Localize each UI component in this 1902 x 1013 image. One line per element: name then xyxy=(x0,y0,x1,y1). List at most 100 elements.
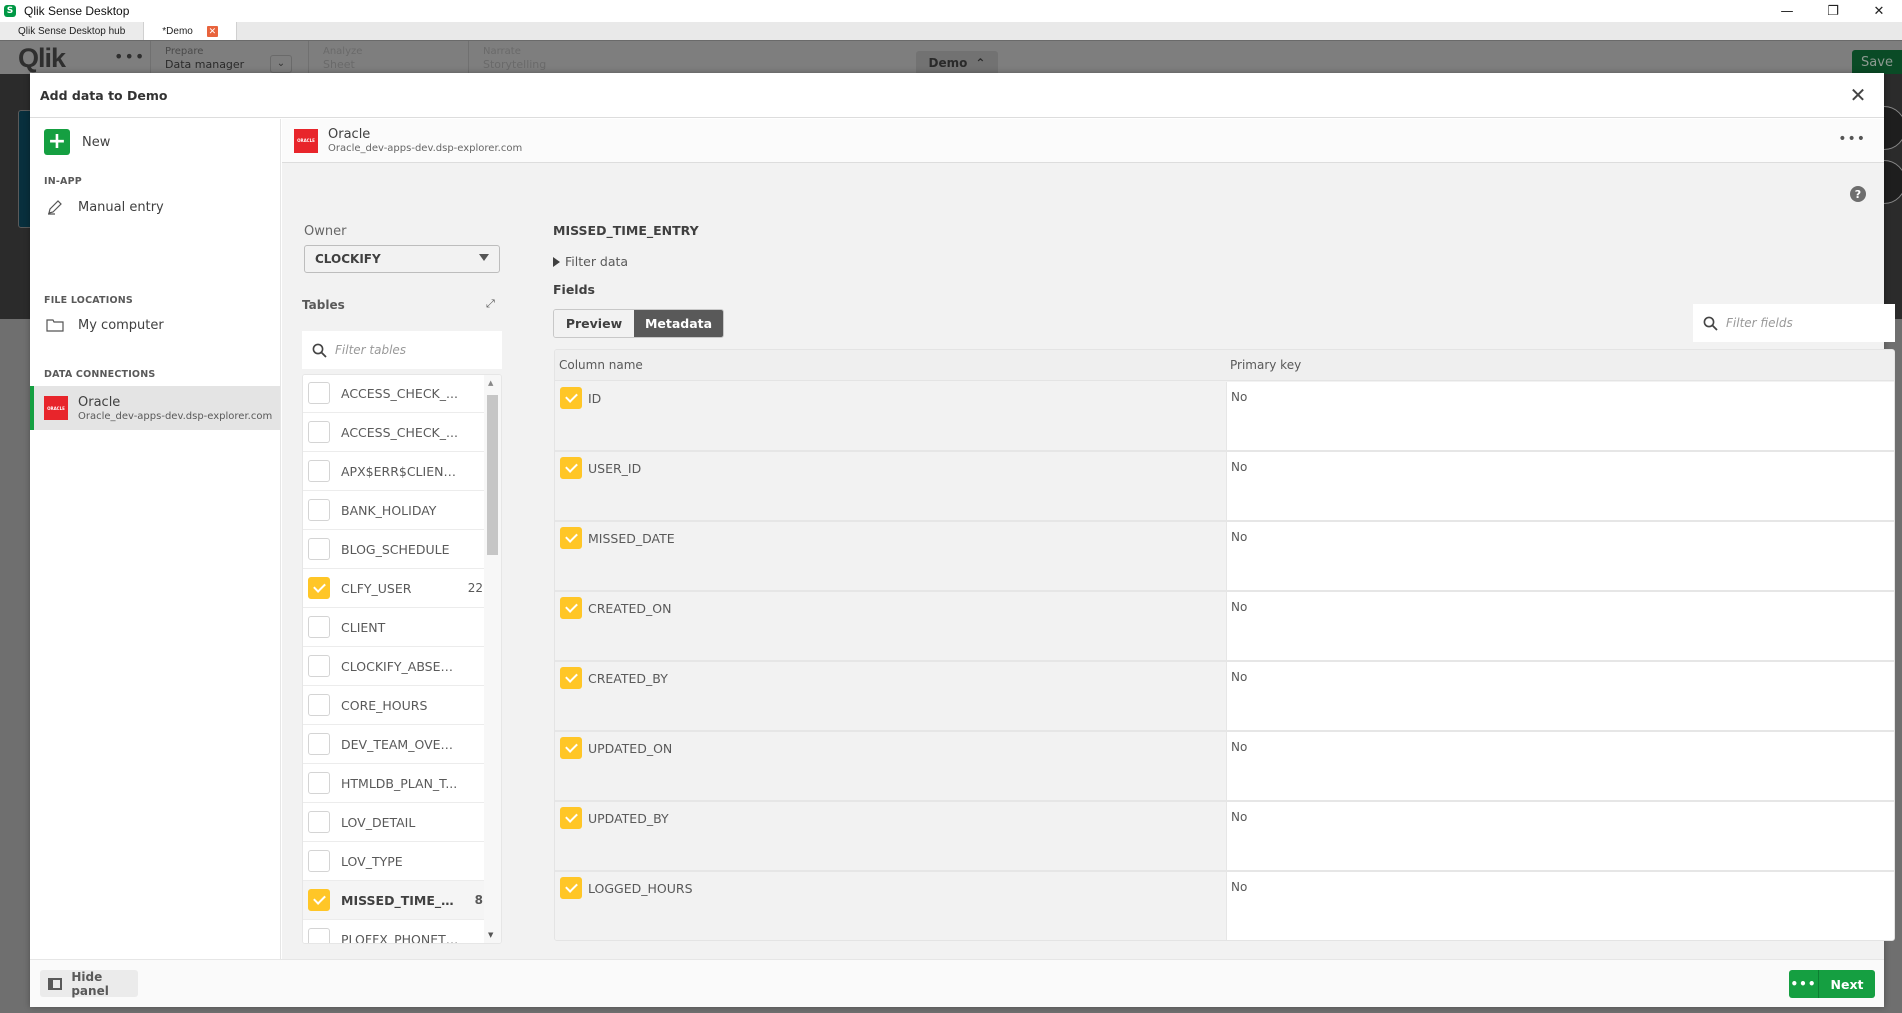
table-list-item[interactable]: LOV_TYPE xyxy=(303,842,485,881)
field-checkbox[interactable] xyxy=(560,877,582,899)
new-label: New xyxy=(82,134,111,150)
scroll-up-icon[interactable]: ▲ xyxy=(488,379,493,387)
close-icon[interactable]: ✕ xyxy=(1846,83,1870,107)
tables-label: Tables xyxy=(302,298,345,312)
table-list-item[interactable]: HTMLDB_PLAN_T... xyxy=(303,764,485,803)
owner-value: CLOCKIFY xyxy=(315,252,381,266)
table-list-item[interactable]: CLFY_USER 22 xyxy=(303,569,485,608)
app-more-icon[interactable]: ••• xyxy=(114,47,145,66)
table-checkbox[interactable] xyxy=(308,460,330,482)
scroll-down-icon[interactable]: ▼ xyxy=(488,931,493,939)
table-checkbox[interactable] xyxy=(308,928,330,943)
field-name: ID xyxy=(588,391,602,406)
tab-preview[interactable]: Preview xyxy=(554,310,634,337)
table-list-item[interactable]: CLOCKIFY_ABSEN... xyxy=(303,647,485,686)
table-list-item[interactable]: BANK_HOLIDAY xyxy=(303,491,485,530)
fields-label: Fields xyxy=(553,282,595,297)
hide-panel-button[interactable]: Hide panel xyxy=(40,970,138,998)
table-checkbox[interactable] xyxy=(308,421,330,443)
tab-close-icon[interactable]: ✕ xyxy=(206,25,218,37)
app-name-menu[interactable]: Demo ⌃ xyxy=(916,51,998,75)
primary-key-cell: No xyxy=(1226,872,1894,940)
qlik-logo: Qlik xyxy=(18,43,66,73)
field-checkbox[interactable] xyxy=(560,457,582,479)
connection-header-host: Oracle_dev-apps-dev.dsp-explorer.com xyxy=(328,143,523,154)
scrollbar-thumb[interactable] xyxy=(487,395,498,555)
table-name: CORE_HOURS xyxy=(341,697,428,713)
chevron-up-icon: ⌃ xyxy=(975,56,986,70)
table-list-item[interactable]: LOV_DETAIL xyxy=(303,803,485,842)
nav-analyze[interactable]: Analyze Sheet xyxy=(308,41,468,75)
tab-hub[interactable]: Qlik Sense Desktop hub xyxy=(0,22,145,40)
chevron-down-icon[interactable]: ⌄ xyxy=(270,55,292,73)
table-checkbox[interactable] xyxy=(308,538,330,560)
expand-icon[interactable]: ⤢ xyxy=(486,297,495,311)
field-checkbox[interactable] xyxy=(560,387,582,409)
table-list-item[interactable]: CORE_HOURS xyxy=(303,686,485,725)
sidebar-item-oracle-connection[interactable]: ORACLE Oracle Oracle_dev-apps-dev.dsp-ex… xyxy=(30,386,280,430)
table-checkbox[interactable] xyxy=(308,382,330,404)
field-checkbox[interactable] xyxy=(560,737,582,759)
table-list-item[interactable]: PLOFFX_PHONETI... xyxy=(303,920,485,943)
tables-scrollbar[interactable]: ▲ ▼ xyxy=(484,375,501,943)
table-list-item[interactable]: CLIENT xyxy=(303,608,485,647)
save-button[interactable]: Save xyxy=(1852,50,1902,75)
window-title: Qlik Sense Desktop xyxy=(24,4,130,18)
owner-dropdown[interactable]: CLOCKIFY xyxy=(304,245,500,273)
minimize-button[interactable]: — xyxy=(1764,0,1810,22)
primary-key-cell: No xyxy=(1226,592,1894,660)
table-list-item[interactable]: DEV_TEAM_OVER... xyxy=(303,725,485,764)
tab-demo[interactable]: *Demo ✕ xyxy=(144,22,237,40)
table-checkbox[interactable] xyxy=(308,850,330,872)
table-row: CREATED_ON No xyxy=(555,592,1894,662)
table-list-item[interactable]: ACCESS_CHECK_... xyxy=(303,375,485,413)
help-icon[interactable]: ? xyxy=(1850,186,1866,202)
new-connection-button[interactable]: + New xyxy=(44,129,110,155)
next-button[interactable]: Next xyxy=(1819,970,1875,998)
app-name: Demo xyxy=(928,56,968,70)
filter-tables-input[interactable]: Filter tables xyxy=(302,331,502,369)
next-options-button[interactable]: ••• xyxy=(1789,970,1819,998)
nav-narrate-key: Narrate xyxy=(483,46,521,57)
table-checkbox[interactable] xyxy=(308,577,330,599)
section-in-app: IN-APP xyxy=(44,176,82,187)
table-checkbox[interactable] xyxy=(308,889,330,911)
table-name: CLIENT xyxy=(341,619,386,635)
field-name-cell: MISSED_DATE xyxy=(555,522,1225,590)
primary-key-cell: No xyxy=(1226,732,1894,800)
column-header-name: Column name xyxy=(559,358,643,372)
table-list-item[interactable]: MISSED_TIME_E... 8 xyxy=(303,881,485,920)
more-options-icon[interactable]: ••• xyxy=(1838,131,1866,147)
table-checkbox[interactable] xyxy=(308,655,330,677)
tables-list: ACCESS_CHECK_... ACCESS_CHECK_... APX$ERR$… xyxy=(302,374,502,944)
table-name: DEV_TEAM_OVER... xyxy=(341,736,459,752)
table-checkbox[interactable] xyxy=(308,772,330,794)
table-list-item[interactable]: ACCESS_CHECK_... xyxy=(303,413,485,452)
table-field-count: 8 xyxy=(474,893,483,907)
field-checkbox[interactable] xyxy=(560,807,582,829)
field-checkbox[interactable] xyxy=(560,597,582,619)
field-checkbox[interactable] xyxy=(560,667,582,689)
nav-narrate[interactable]: Narrate Storytelling xyxy=(468,41,628,75)
filter-tables-placeholder: Filter tables xyxy=(335,343,407,357)
table-checkbox[interactable] xyxy=(308,733,330,755)
filter-data-toggle[interactable]: Filter data xyxy=(553,254,628,269)
table-checkbox[interactable] xyxy=(308,616,330,638)
table-name: LOV_DETAIL xyxy=(341,814,416,830)
search-icon xyxy=(1703,316,1718,331)
filter-fields-input[interactable]: Filter fields xyxy=(1693,304,1895,342)
field-name-cell: ID xyxy=(555,382,1225,450)
table-checkbox[interactable] xyxy=(308,694,330,716)
tab-metadata[interactable]: Metadata xyxy=(634,310,723,337)
plus-icon: + xyxy=(44,129,70,155)
field-checkbox[interactable] xyxy=(560,527,582,549)
close-window-button[interactable]: ✕ xyxy=(1856,0,1902,22)
restore-button[interactable]: ❐ xyxy=(1810,0,1856,22)
table-checkbox[interactable] xyxy=(308,499,330,521)
table-list-item[interactable]: BLOG_SCHEDULE xyxy=(303,530,485,569)
table-list-item[interactable]: APX$ERR$CLIENT... xyxy=(303,452,485,491)
sidebar-item-manual-entry[interactable]: Manual entry xyxy=(44,198,164,216)
table-checkbox[interactable] xyxy=(308,811,330,833)
sidebar-item-my-computer[interactable]: My computer xyxy=(44,316,164,334)
field-name-cell: LOGGED_HOURS xyxy=(555,872,1225,940)
